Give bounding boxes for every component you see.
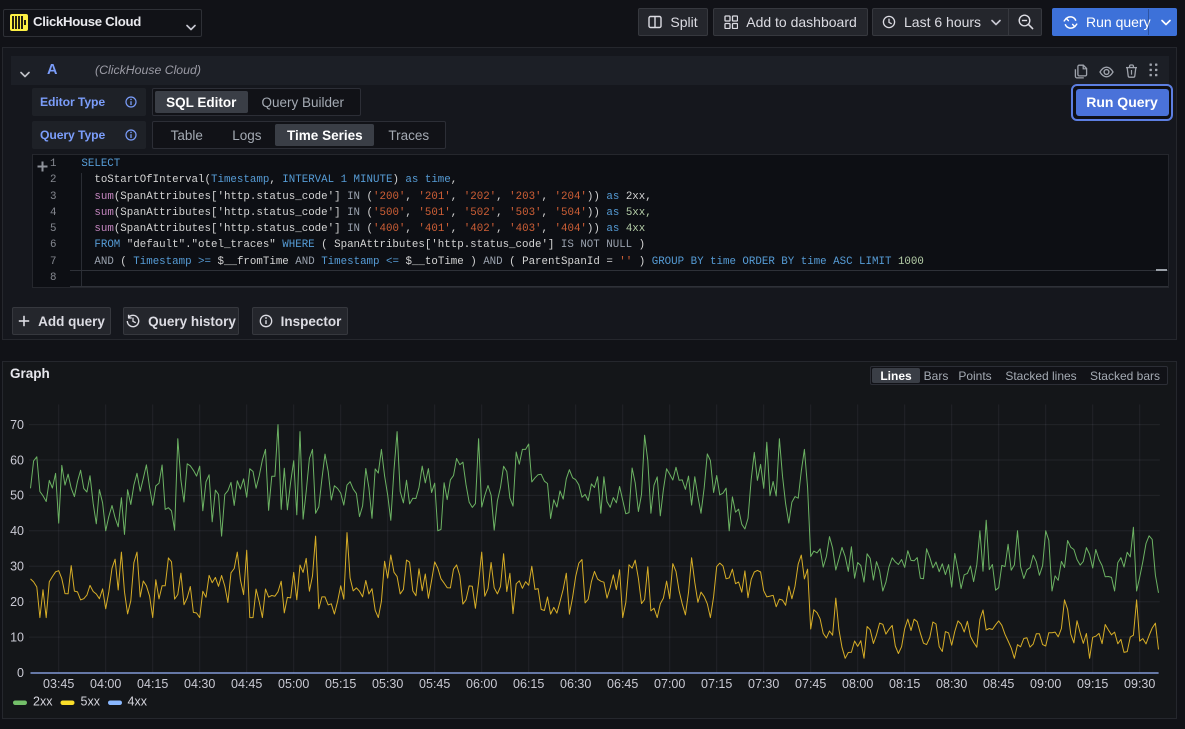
svg-text:06:30: 06:30 xyxy=(560,677,591,691)
svg-text:10: 10 xyxy=(10,630,24,644)
svg-text:50: 50 xyxy=(10,489,24,503)
svg-text:06:00: 06:00 xyxy=(466,677,497,691)
svg-text:40: 40 xyxy=(10,524,24,538)
svg-text:0: 0 xyxy=(17,666,24,680)
svg-text:09:30: 09:30 xyxy=(1124,677,1155,691)
svg-text:03:45: 03:45 xyxy=(43,677,74,691)
svg-text:20: 20 xyxy=(10,595,24,609)
svg-text:04:30: 04:30 xyxy=(184,677,215,691)
svg-text:60: 60 xyxy=(10,453,24,467)
svg-text:4xx: 4xx xyxy=(128,695,148,709)
svg-text:09:15: 09:15 xyxy=(1077,677,1108,691)
svg-text:07:15: 07:15 xyxy=(701,677,732,691)
svg-text:2xx: 2xx xyxy=(33,695,53,709)
svg-text:07:00: 07:00 xyxy=(654,677,685,691)
svg-text:08:15: 08:15 xyxy=(889,677,920,691)
svg-text:5xx: 5xx xyxy=(81,695,101,709)
svg-text:04:00: 04:00 xyxy=(90,677,121,691)
svg-text:08:45: 08:45 xyxy=(983,677,1014,691)
svg-text:07:30: 07:30 xyxy=(748,677,779,691)
svg-text:70: 70 xyxy=(10,418,24,432)
svg-text:06:15: 06:15 xyxy=(513,677,544,691)
svg-text:05:00: 05:00 xyxy=(278,677,309,691)
svg-text:07:45: 07:45 xyxy=(795,677,826,691)
svg-text:08:30: 08:30 xyxy=(936,677,967,691)
svg-text:04:15: 04:15 xyxy=(137,677,168,691)
svg-text:04:45: 04:45 xyxy=(231,677,262,691)
svg-text:05:30: 05:30 xyxy=(372,677,403,691)
svg-text:06:45: 06:45 xyxy=(607,677,638,691)
svg-text:05:45: 05:45 xyxy=(419,677,450,691)
svg-text:09:00: 09:00 xyxy=(1030,677,1061,691)
svg-text:30: 30 xyxy=(10,560,24,574)
svg-text:08:00: 08:00 xyxy=(842,677,873,691)
svg-text:05:15: 05:15 xyxy=(325,677,356,691)
